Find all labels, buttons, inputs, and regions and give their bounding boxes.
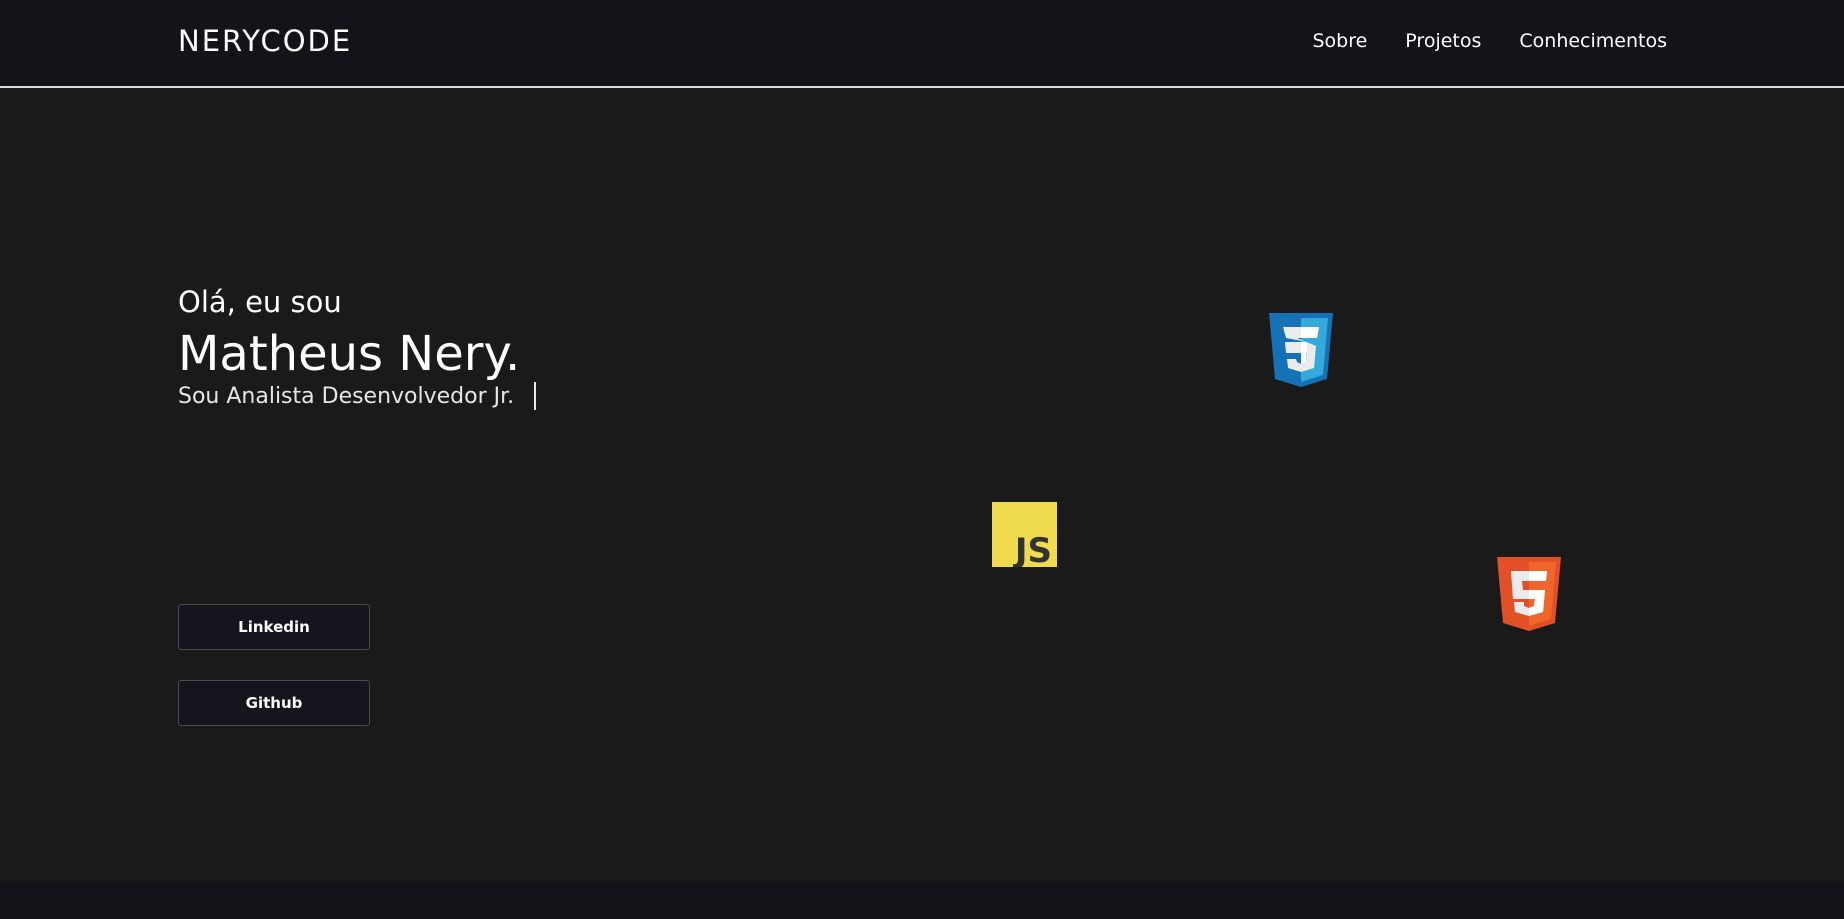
- site-header: NERYCODE Sobre Projetos Conhecimentos: [0, 0, 1844, 88]
- typing-cursor: [534, 382, 537, 410]
- js-logo-text: JS: [1013, 531, 1052, 567]
- nav-link-sobre[interactable]: Sobre: [1312, 30, 1367, 52]
- html5-logo-icon: [1497, 557, 1561, 635]
- brand-logo-text[interactable]: NERYCODE: [178, 24, 352, 58]
- github-button[interactable]: Github: [178, 680, 370, 726]
- hero-greeting: Olá, eu sou: [178, 285, 342, 319]
- hero-name: Matheus Nery.: [178, 326, 521, 382]
- hero-role-line: Sou Analista Desenvolvedor Jr.: [178, 382, 537, 410]
- hero-section: Olá, eu sou Matheus Nery. Sou Analista D…: [0, 88, 1844, 882]
- page-footer-strip: [0, 882, 1844, 919]
- main-nav: Sobre Projetos Conhecimentos: [1312, 30, 1667, 52]
- nav-link-projetos[interactable]: Projetos: [1405, 30, 1481, 52]
- linkedin-button[interactable]: Linkedin: [178, 604, 370, 650]
- hero-role: Sou Analista Desenvolvedor Jr.: [178, 383, 515, 409]
- javascript-logo-icon: JS: [992, 502, 1057, 571]
- nav-link-conhecimentos[interactable]: Conhecimentos: [1519, 30, 1667, 52]
- css3-logo-icon: [1269, 313, 1333, 391]
